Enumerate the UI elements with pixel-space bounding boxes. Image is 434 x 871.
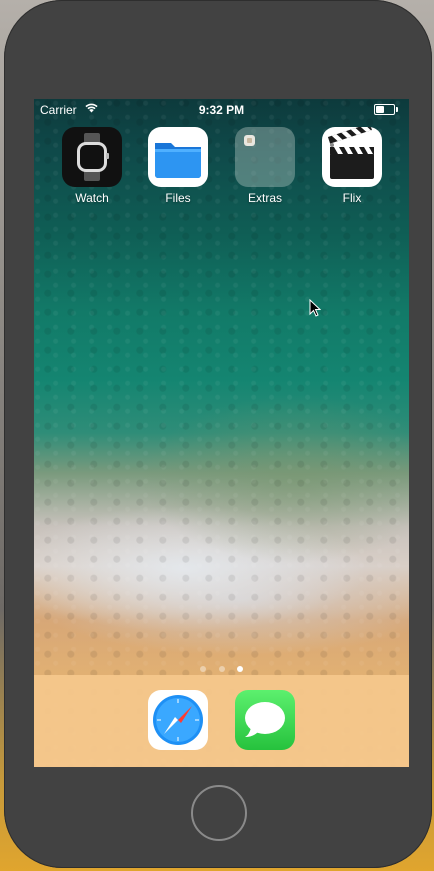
app-label-watch: Watch — [75, 191, 109, 205]
app-flix[interactable]: Flix — [312, 127, 392, 205]
safari-icon[interactable] — [148, 690, 208, 750]
app-label-flix: Flix — [342, 191, 362, 205]
app-label-extras: Extras — [247, 191, 282, 205]
status-time: 9:32 PM — [198, 103, 245, 117]
home-screen: Carrier 9:32 PM Watch Files Extras Flix — [34, 99, 409, 767]
folder-icon — [235, 127, 295, 187]
app-watch[interactable]: Watch — [52, 127, 132, 205]
phone-frame: Carrier 9:32 PM Watch Files Extras Flix — [4, 0, 432, 868]
clapperboard-icon — [322, 127, 382, 187]
page-dot-current — [236, 666, 243, 672]
folder-icon — [148, 127, 208, 187]
app-files[interactable]: Files — [138, 127, 218, 205]
dock — [34, 675, 409, 767]
status-bar: Carrier 9:32 PM — [34, 99, 409, 119]
page-dot — [200, 666, 207, 672]
watch-icon — [62, 127, 122, 187]
folder-extras[interactable]: Extras — [225, 127, 305, 205]
app-label-files: Files — [165, 191, 191, 205]
home-button[interactable] — [191, 785, 247, 841]
battery-icon — [374, 104, 398, 115]
page-dot — [218, 666, 225, 672]
messages-icon[interactable] — [235, 690, 295, 750]
mouse-cursor-icon — [309, 299, 321, 317]
